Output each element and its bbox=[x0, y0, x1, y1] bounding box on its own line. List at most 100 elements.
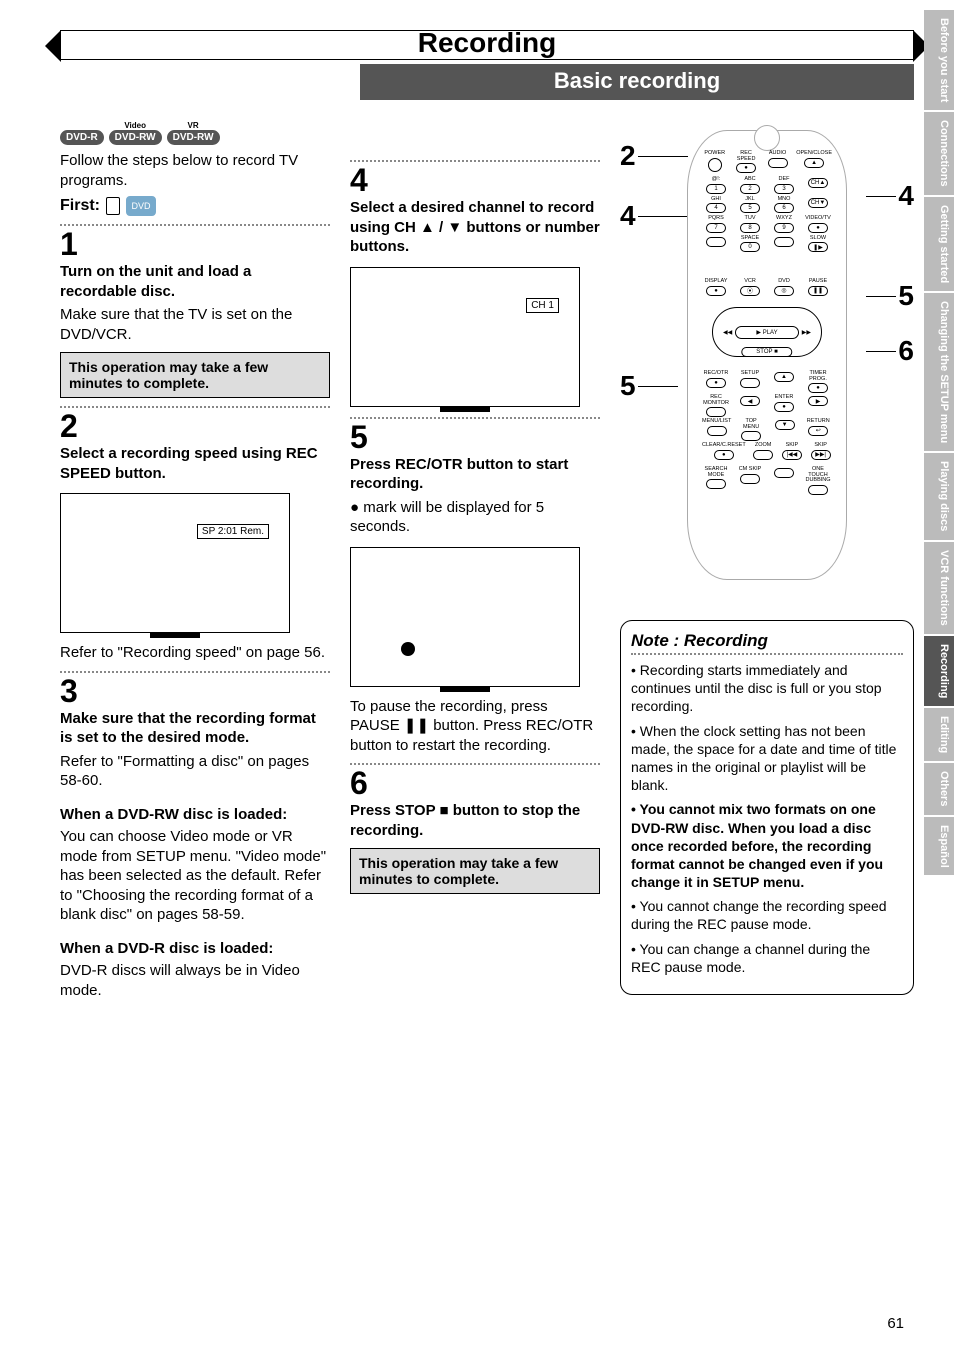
step-3-sub1-body: You can choose Video mode or VR mode fro… bbox=[60, 827, 330, 925]
remote-key: REC MONITOR bbox=[702, 395, 730, 417]
note-title: Note : Recording bbox=[631, 631, 903, 651]
remote-number-pad: @!:1ABC2DEF3CH▲GHI4JKL5MNO6CH▼PQRS7TUV8W… bbox=[702, 177, 832, 252]
page-title: Recording bbox=[418, 27, 556, 59]
power-button: POWER bbox=[702, 151, 727, 173]
remote-key: MNO6 bbox=[770, 197, 798, 214]
remote-key: TUV8 bbox=[736, 216, 764, 233]
callout-6: 6 bbox=[898, 335, 914, 367]
remote-key: CM SKIP bbox=[736, 467, 764, 495]
tv-screen-step4: CH 1 bbox=[350, 267, 580, 407]
remote-key bbox=[770, 236, 798, 253]
audio-button: AUDIO bbox=[765, 151, 790, 173]
callout-5-right: 5 bbox=[898, 280, 914, 312]
tv-osd-ch-label: CH 1 bbox=[526, 298, 559, 313]
step-3-sub2-head: When a DVD-R disc is loaded: bbox=[60, 939, 330, 959]
remote-key: ZOOM bbox=[752, 443, 775, 460]
side-tab[interactable]: Before you start bbox=[924, 10, 954, 110]
remote-lower-1: REC/OTR●SETUP▲TIMER PROG.● bbox=[702, 371, 832, 393]
remote-key: ABC2 bbox=[736, 177, 764, 194]
column-right: 2 4 4 5 6 5 POWER bbox=[620, 130, 914, 1003]
remote-key: VIDEO/TV● bbox=[804, 216, 832, 233]
step-6-note: This operation may take a few minutes to… bbox=[350, 848, 600, 894]
remote-key: ONE TOUCH DUBBING bbox=[804, 467, 832, 495]
remote-key: ▲ bbox=[770, 371, 798, 393]
step-6-heading: Press STOP ■ button to stop the recordin… bbox=[350, 801, 600, 840]
side-tab[interactable]: Connections bbox=[924, 112, 954, 195]
page-subtitle: Basic recording bbox=[360, 64, 914, 100]
note-item: When the clock setting has not been made… bbox=[631, 722, 903, 795]
stop-button: STOP ■ bbox=[741, 347, 792, 357]
side-tab[interactable]: Getting started bbox=[924, 197, 954, 291]
first-row: First: DVD bbox=[60, 196, 330, 216]
side-tab[interactable]: Changing the SETUP menu bbox=[924, 293, 954, 451]
remote-key: RETURN↩ bbox=[804, 419, 832, 441]
rec-speed-button: REC SPEED● bbox=[733, 151, 758, 173]
badge-dvdr: DVD-R bbox=[60, 130, 104, 145]
remote-key: WXYZ9 bbox=[770, 216, 798, 233]
callout-4-right: 4 bbox=[898, 180, 914, 212]
remote-mid-row: DISPLAY●VCR⦿DVD◎PAUSE❚❚ bbox=[702, 279, 832, 296]
badge-dvdrw-vr: VRDVD-RW bbox=[167, 130, 220, 145]
note-item: Recording starts immediately and continu… bbox=[631, 661, 903, 716]
remote-key: SLOW❚▶ bbox=[804, 236, 832, 253]
remote-key: SPACE0 bbox=[736, 236, 764, 253]
remote-key: TOP MENU bbox=[737, 419, 765, 441]
disc-insert-icon bbox=[106, 197, 120, 215]
page-header: Recording bbox=[60, 30, 914, 60]
tv-screen-step5 bbox=[350, 547, 580, 687]
remote-key: REC/OTR● bbox=[702, 371, 730, 393]
remote-key: DISPLAY● bbox=[702, 279, 730, 296]
ff-icon: ▶▶ bbox=[802, 329, 811, 336]
step-5-body: ● mark will be displayed for 5 seconds. bbox=[350, 498, 600, 537]
remote-key: CH▲ bbox=[804, 177, 832, 194]
intro-text: Follow the steps below to record TV prog… bbox=[60, 151, 330, 190]
side-tab[interactable]: Editing bbox=[924, 708, 954, 761]
remote-lower-5: SEARCH MODECM SKIPONE TOUCH DUBBING bbox=[702, 467, 832, 495]
first-label: First: bbox=[60, 197, 100, 215]
note-item: You cannot change the recording speed du… bbox=[631, 897, 903, 933]
remote-key: SKIP▶▶| bbox=[809, 443, 832, 460]
side-tab[interactable]: Playing discs bbox=[924, 453, 954, 539]
page-number: 61 bbox=[887, 1315, 904, 1332]
remote-lower-2: REC MONITOR◀ENTER●▶ bbox=[702, 395, 832, 417]
side-tab[interactable]: VCR functions bbox=[924, 542, 954, 634]
remote-key: ▼ bbox=[771, 419, 799, 441]
step-1-heading: Turn on the unit and load a recordable d… bbox=[60, 262, 330, 301]
remote-ir-dome bbox=[754, 125, 780, 151]
note-item: You cannot mix two formats on one DVD-RW… bbox=[631, 800, 903, 891]
separator bbox=[350, 417, 600, 419]
separator bbox=[350, 763, 600, 765]
separator bbox=[60, 406, 330, 408]
side-tab[interactable]: Others bbox=[924, 763, 954, 814]
separator bbox=[350, 160, 600, 162]
remote-key: DEF3 bbox=[770, 177, 798, 194]
remote-key: CLEAR/C.RESET● bbox=[702, 443, 746, 460]
side-tabs: Before you startConnectionsGetting start… bbox=[924, 10, 954, 877]
remote-diagram: POWER REC SPEED● AUDIO OPEN/CLOSE▲ @!:1 A… bbox=[687, 130, 847, 580]
remote-key: SETUP bbox=[736, 371, 764, 393]
column-left: DVD-R VideoDVD-RW VRDVD-RW Follow the st… bbox=[60, 130, 330, 1003]
step-2-number: 2 bbox=[60, 410, 330, 442]
step-2-heading: Select a recording speed using REC SPEED… bbox=[60, 444, 330, 483]
tv-osd-label: SP 2:01 Rem. bbox=[197, 524, 269, 539]
remote-key: GHI4 bbox=[702, 197, 730, 214]
remote-key: PAUSE❚❚ bbox=[804, 279, 832, 296]
step-5-heading: Press REC/OTR button to start recording. bbox=[350, 455, 600, 494]
step-6-number: 6 bbox=[350, 767, 600, 799]
remote-key: ◀ bbox=[736, 395, 764, 417]
remote-key: @!:1 bbox=[702, 177, 730, 194]
remote-key: JKL5 bbox=[736, 197, 764, 214]
step-1-number: 1 bbox=[60, 228, 330, 260]
remote-key: CH▼ bbox=[804, 197, 832, 214]
step-3-number: 3 bbox=[60, 675, 330, 707]
remote-key bbox=[702, 236, 730, 253]
note-recording-block: Note : Recording Recording starts immedi… bbox=[620, 620, 914, 995]
side-tab[interactable]: Recording bbox=[924, 636, 954, 706]
callout-4-left: 4 bbox=[620, 200, 636, 232]
tv-screen-step2: SP 2:01 Rem. bbox=[60, 493, 290, 633]
rewind-icon: ◀◀ bbox=[723, 329, 732, 336]
step-2-after: Refer to "Recording speed" on page 56. bbox=[60, 643, 330, 663]
side-tab[interactable]: Español bbox=[924, 817, 954, 876]
column-middle: 4 Select a desired channel to record usi… bbox=[350, 130, 600, 1003]
remote-top-row: POWER REC SPEED● AUDIO OPEN/CLOSE▲ bbox=[702, 151, 832, 173]
